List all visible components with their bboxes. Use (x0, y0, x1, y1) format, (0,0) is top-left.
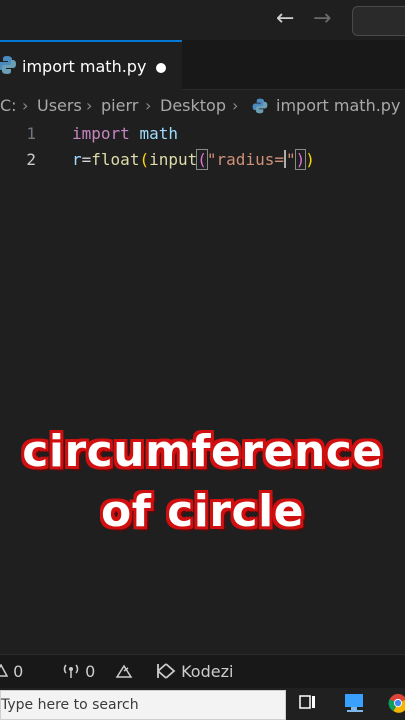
python-file-icon (252, 98, 268, 114)
chevron-right-icon: › (22, 96, 29, 115)
command-center[interactable] (352, 6, 405, 36)
ports-indicator[interactable]: 0 (62, 662, 95, 681)
task-view-icon[interactable] (298, 692, 318, 712)
module-math: math (139, 124, 178, 143)
status-bar: 0 0 Kodezi (0, 654, 405, 688)
breadcrumb-item-users[interactable]: Users (37, 96, 82, 115)
code-editor[interactable]: 1 import math 2 r=float(input("radius= ")… (0, 120, 405, 650)
line-number: 2 (26, 150, 36, 169)
arrow-left-icon[interactable]: ← (276, 6, 294, 32)
code-line-1[interactable]: import math (72, 124, 178, 143)
extension-label: Kodezi (181, 662, 234, 681)
ports-count: 0 (85, 662, 96, 681)
chevron-right-icon: › (145, 96, 152, 115)
share-icon (115, 664, 133, 678)
caption-line-2: of circle (100, 486, 305, 537)
kodezi-extension[interactable]: Kodezi (156, 662, 233, 681)
line-number: 1 (26, 124, 36, 143)
tab-import-math[interactable]: import math.py (0, 40, 182, 90)
breadcrumb-drive[interactable]: C: (0, 96, 17, 115)
kodezi-logo-icon (157, 663, 176, 679)
warning-icon (0, 663, 9, 677)
desktop-pc-icon[interactable] (342, 692, 368, 714)
tab-label: import math.py (22, 57, 147, 76)
chevron-right-icon: › (86, 96, 93, 115)
unsaved-dot-icon[interactable] (156, 63, 166, 73)
caption-line-1: circumference (22, 426, 383, 477)
tab-bar: import math.py (0, 40, 405, 90)
keyword-import: import (72, 124, 130, 143)
title-bar: ← → (0, 0, 405, 40)
chrome-icon[interactable] (388, 692, 405, 714)
breadcrumb-item-pierr[interactable]: pierr (101, 96, 138, 115)
breadcrumb-item-file[interactable]: import math.py (276, 96, 400, 115)
live-share-icon[interactable] (114, 662, 134, 684)
breadcrumb-item-desktop[interactable]: Desktop (160, 96, 226, 115)
broadcast-icon (63, 664, 79, 678)
code-line-2[interactable]: r=float(input("radius= ")) (72, 149, 315, 170)
python-file-icon (0, 56, 16, 74)
taskbar-search[interactable]: Type here to search (0, 690, 286, 720)
problems-count: 0 (13, 662, 24, 681)
search-placeholder: Type here to search (1, 697, 139, 713)
arrow-right-icon[interactable]: → (313, 6, 331, 32)
breadcrumb: C: › Users › pierr › Desktop › import ma… (0, 92, 405, 120)
chevron-right-icon: › (232, 96, 239, 115)
windows-taskbar: Type here to search (0, 688, 405, 720)
problems-indicator[interactable]: 0 (0, 662, 23, 681)
